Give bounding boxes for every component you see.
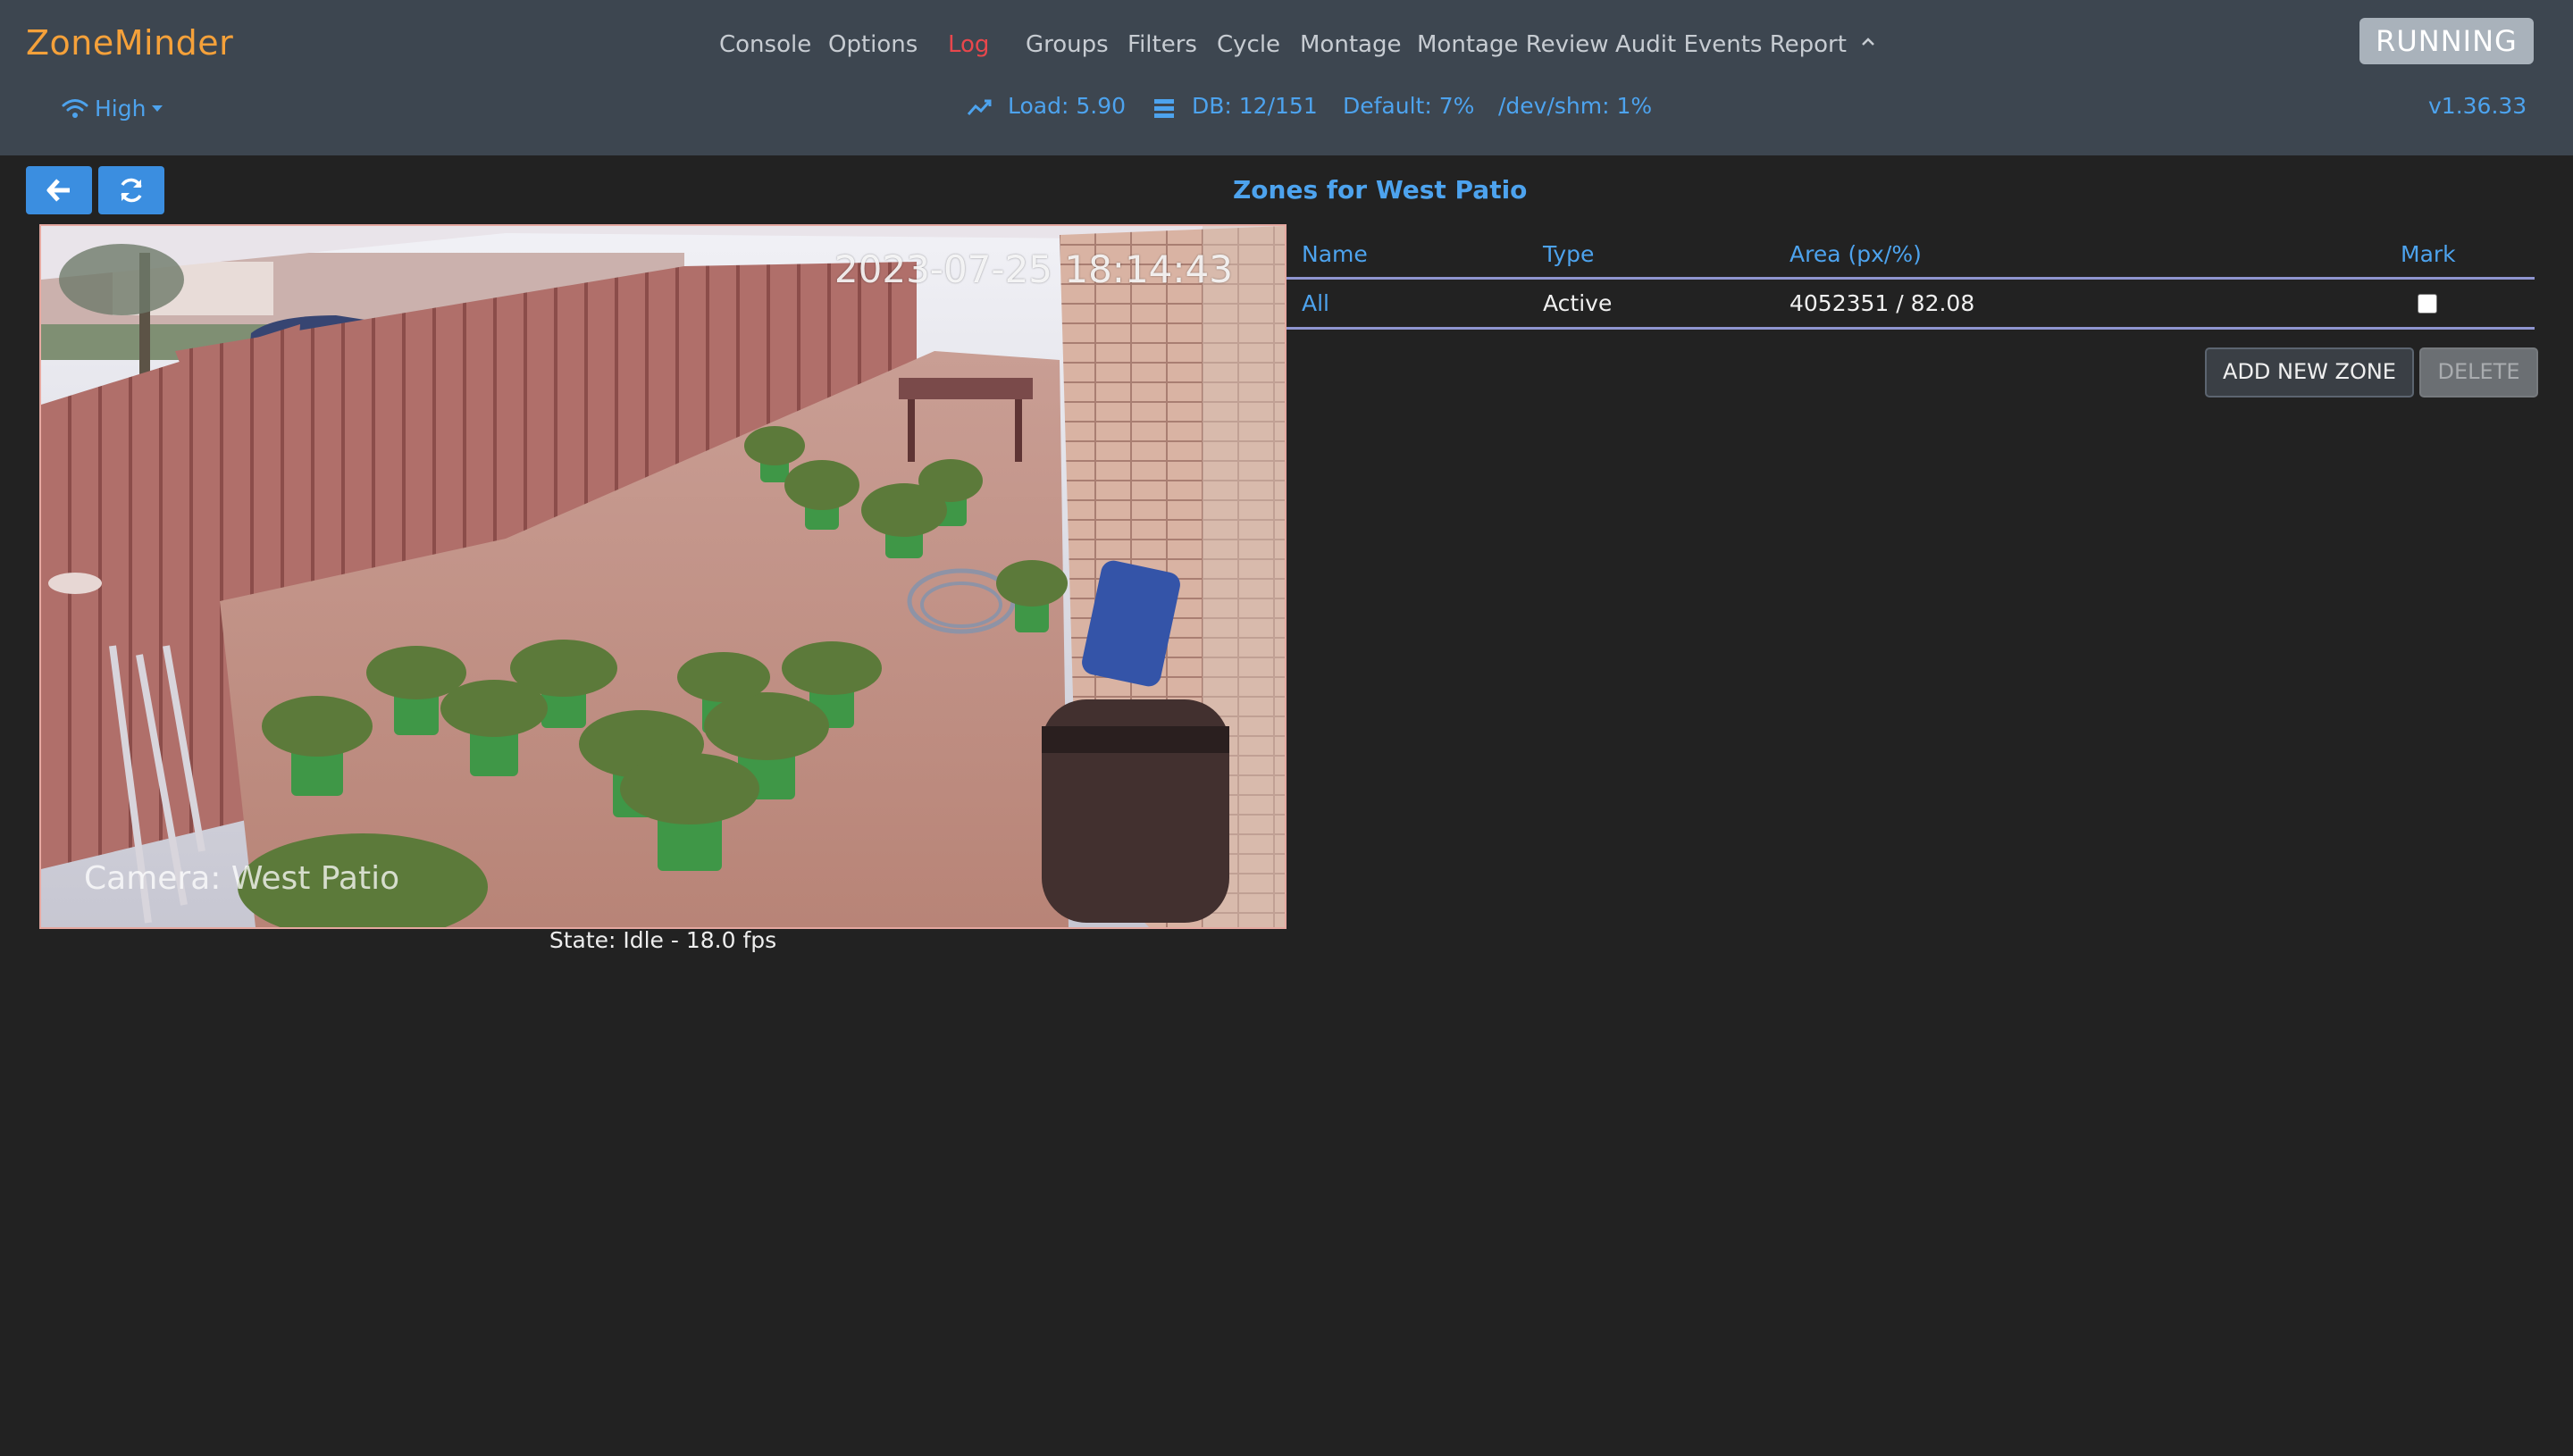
default-storage-stat: Default: 7% [1343,93,1475,119]
column-header-mark[interactable]: Mark [2401,241,2456,267]
bandwidth-label: High [95,95,147,121]
table-row: All Active 4052351 / 82.08 [1286,280,2535,330]
nav-options[interactable]: Options [828,31,918,58]
column-header-area[interactable]: Area (px/%) [1789,241,1922,267]
database-icon [1154,99,1174,118]
top-navbar: ZoneMinder Console Options Log Groups Fi… [0,0,2573,155]
nav-montage[interactable]: Montage [1300,31,1401,58]
chart-line-icon [967,99,992,115]
arrow-left-icon [46,179,70,202]
zone-mark-checkbox[interactable] [2418,294,2437,314]
shm-stat: /dev/shm: 1% [1498,93,1653,119]
load-stat: Load: 5.90 [1008,93,1127,119]
nav-audit-events-report[interactable]: Audit Events Report [1615,31,1847,58]
nav-cycle[interactable]: Cycle [1217,31,1280,58]
camera-scene-image [41,226,1285,927]
add-new-zone-button[interactable]: ADD NEW ZONE [2205,347,2414,397]
nav-log[interactable]: Log [948,31,989,58]
zone-name-link[interactable]: All [1302,290,1329,316]
column-header-name[interactable]: Name [1302,241,1368,267]
version-label[interactable]: v1.36.33 [2428,93,2527,119]
column-header-type[interactable]: Type [1543,241,1594,267]
zone-type: Active [1543,290,1613,316]
delete-button[interactable]: DELETE [2419,347,2538,397]
camera-name-overlay: Camera: West Patio [84,860,400,897]
back-button[interactable] [26,166,92,214]
table-header-row: Name Type Area (px/%) Mark [1286,230,2535,280]
wifi-icon [62,99,88,118]
camera-state: State: Idle - 18.0 fps [549,927,777,953]
page-title: Zones for West Patio [1233,175,1528,205]
bandwidth-dropdown[interactable]: High [61,93,163,123]
db-stat: DB: 12/151 [1192,93,1318,119]
nav-filters[interactable]: Filters [1127,31,1197,58]
nav-console[interactable]: Console [719,31,811,58]
nav-groups[interactable]: Groups [1026,31,1109,58]
zones-table: Name Type Area (px/%) Mark All Active 40… [1286,230,2535,330]
run-state-button[interactable]: RUNNING [2359,18,2534,64]
chevron-up-icon[interactable] [1858,36,1878,48]
camera-feed[interactable]: 2023-07-25 18:14:43 Camera: West Patio [39,224,1286,929]
caret-down-icon [152,105,163,112]
main-nav: Console Options Log Groups Filters Cycle… [0,31,2573,67]
refresh-button[interactable] [98,166,164,214]
zone-area: 4052351 / 82.08 [1789,290,1975,316]
camera-timestamp: 2023-07-25 18:14:43 [834,247,1233,291]
nav-montage-review[interactable]: Montage Review [1417,31,1608,58]
refresh-icon [121,178,142,203]
